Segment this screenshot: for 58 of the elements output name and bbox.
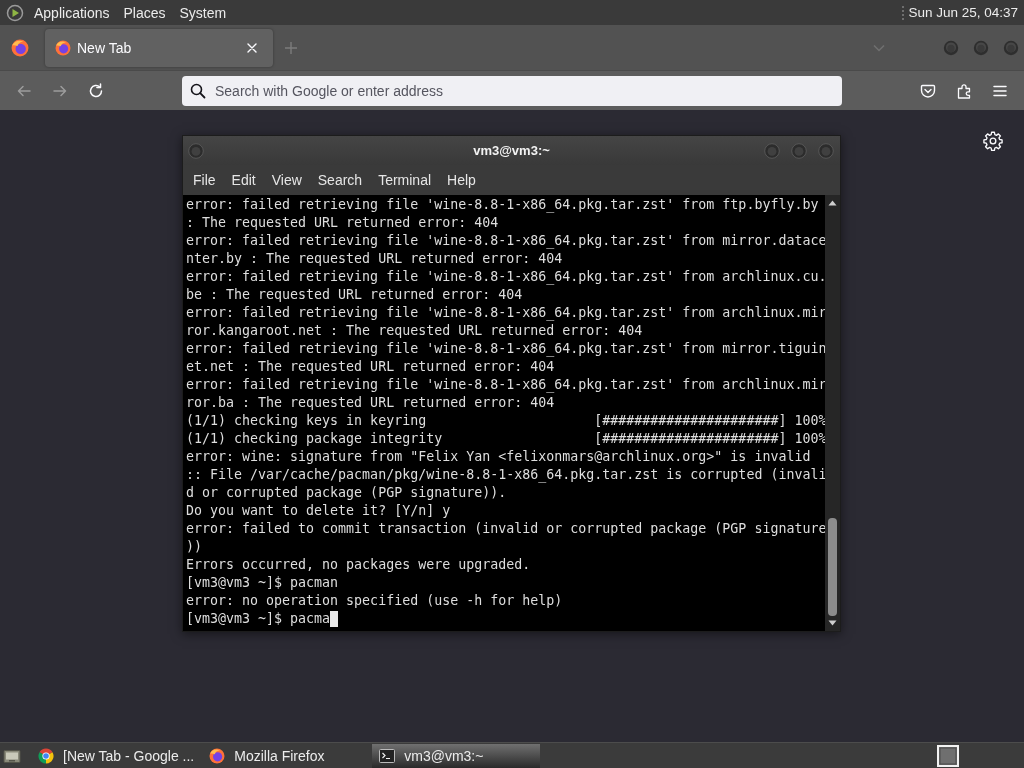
panel-menu[interactable]: Places [116, 4, 173, 21]
menu-item[interactable]: File [185, 165, 224, 195]
terminal-line: et.net : The requested URL returned error: 404 [186, 358, 555, 376]
terminal-line: error: failed retrieving file 'wine-8.8-1-x86_64.pkg.tar.zst' from ftp.byfly.by [186, 196, 819, 214]
menu-logo-icon[interactable] [6, 3, 24, 22]
menu-item[interactable]: Search [309, 165, 371, 195]
settings-icon[interactable] [983, 131, 1003, 151]
terminal-line: [vm3@vm3 ~]$ pacman [186, 574, 339, 592]
terminal-line: ror.kangaroot.net : The requested URL returned error: 404 [186, 322, 643, 340]
taskbar-button[interactable]: [New Tab - Google ... [31, 743, 201, 768]
browser-logo-icon [55, 39, 71, 56]
terminal-line: :: File /var/cache/pacman/pkg/wine-8.8-1-x86_64.pkg.tar.zst is corrupted (invali [186, 466, 825, 484]
cursor-icon [330, 611, 339, 627]
menu-item[interactable]: View [263, 165, 310, 195]
workspace-icon[interactable] [937, 744, 959, 767]
terminal-line: error: wine: signature from "Felix Yan <felixonmars@archlinux.org>" is invalid [186, 448, 811, 466]
menu-item[interactable]: Help [439, 165, 484, 195]
terminal-icon [379, 747, 396, 764]
terminal-line: Do you want to delete it? [Y/n] y [186, 502, 451, 520]
terminal-line: error: failed retrieving file 'wine-8.8-1-x86_64.pkg.tar.zst' from mirror.datace [186, 232, 825, 250]
browser-logo-icon [38, 747, 54, 764]
puzzle-icon[interactable] [956, 82, 972, 99]
menu-item[interactable]: Terminal [370, 165, 440, 195]
terminal-line: ror.ba : The requested URL returned error: 404 [186, 394, 555, 412]
terminal-line: [vm3@vm3 ~]$ pacma [186, 610, 331, 628]
scrollbar-thumb[interactable] [828, 518, 837, 616]
browser-logo-icon[interactable] [11, 38, 29, 57]
close-icon[interactable] [246, 41, 258, 54]
terminal-line: d or corrupted package (PGP signature)). [186, 484, 507, 502]
browser-tab[interactable]: New Tab [45, 28, 273, 67]
terminal-line: nter.by : The requested URL returned error: 404 [186, 250, 563, 268]
browser-logo-icon [209, 747, 226, 764]
window-title: vm3@vm3:~ [473, 143, 550, 158]
terminal-line: )) [186, 538, 202, 556]
terminal-line: be : The requested URL returned error: 404 [186, 286, 523, 304]
menu-item[interactable]: Edit [223, 165, 264, 195]
terminal-line: error: failed retrieving file 'wine-8.8-1-x86_64.pkg.tar.zst' from archlinux.mir [186, 376, 825, 394]
terminal-line: error: failed retrieving file 'wine-8.8-1-x86_64.pkg.tar.zst' from archlinux.cu. [186, 268, 825, 286]
terminal-line: error: failed retrieving file 'wine-8.8-1-x86_64.pkg.tar.zst' from archlinux.mir [186, 304, 825, 322]
terminal-line: error: failed to commit transaction (invalid or corrupted package (PGP signature [186, 520, 825, 538]
arrow-down-icon[interactable] [828, 620, 837, 626]
desktop-icon[interactable] [3, 747, 21, 764]
arrow-up-icon[interactable] [828, 200, 837, 206]
reload-icon[interactable] [88, 82, 104, 99]
handle-icon[interactable] [901, 3, 906, 22]
terminal-line: error: no operation specified (use -h for help) [186, 592, 563, 610]
taskbar-button[interactable]: Mozilla Firefox [202, 743, 371, 768]
terminal-line: error: failed retrieving file 'wine-8.8-1-x86_64.pkg.tar.zst' from mirror.tiguin [186, 340, 825, 358]
taskbar-button[interactable]: vm3@vm3:~ [372, 743, 541, 768]
address-field[interactable]: Search with Google or enter address [182, 75, 842, 106]
panel-menu[interactable]: System [172, 4, 234, 21]
pouch-icon[interactable] [920, 82, 936, 99]
search-icon [190, 82, 206, 99]
clock[interactable]: Sun Jun 25, 04:37 [908, 5, 1024, 20]
terminal-line: Errors occurred, no packages were upgraded. [186, 556, 531, 574]
scrollbar[interactable] [825, 195, 840, 631]
panel-menu[interactable]: Applications [27, 4, 117, 21]
terminal-line: : The requested URL returned error: 404 [186, 214, 499, 232]
